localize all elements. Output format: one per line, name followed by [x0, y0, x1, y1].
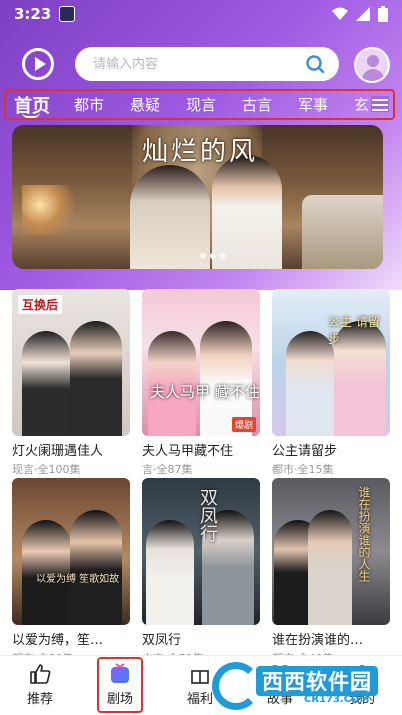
- nav-label: 推荐: [26, 692, 53, 707]
- signal-icon: [356, 7, 370, 21]
- battery-icon: [378, 6, 388, 22]
- gift-icon: [191, 670, 209, 684]
- status-bar: 3:23: [0, 0, 402, 28]
- drama-meta: 言·全87集: [142, 463, 193, 476]
- drama-poster[interactable]: 夫人马甲 藏不住 爆剧: [142, 289, 260, 436]
- drama-title: 谁在扮演谁的…: [272, 633, 364, 648]
- poster-title-text: 双凤行: [197, 488, 218, 542]
- drama-title: 公主请留步: [272, 444, 338, 459]
- search-input[interactable]: [93, 56, 305, 72]
- tab-modern-romance[interactable]: 现言: [186, 94, 216, 115]
- watermark-ring-icon: [212, 662, 260, 710]
- tab-ancient-romance[interactable]: 古言: [242, 94, 272, 115]
- drama-title: 双凤行: [142, 633, 182, 648]
- banner-actor: [212, 155, 282, 269]
- drama-poster[interactable]: 谁在扮演谁的人生: [272, 478, 390, 625]
- wifi-icon: [332, 7, 348, 20]
- drama-poster[interactable]: 公主 请留步: [272, 289, 390, 436]
- search-icon[interactable]: [305, 54, 325, 74]
- poster-title-text: 谁在扮演谁的人生: [357, 486, 371, 582]
- tab-military[interactable]: 军事: [298, 94, 328, 115]
- hot-badge: 爆剧: [231, 417, 256, 432]
- nav-recommend[interactable]: 推荐: [10, 662, 70, 707]
- tab-suspense[interactable]: 悬疑: [130, 94, 160, 115]
- poster-title-text: 夫人马甲 藏不住: [150, 383, 260, 401]
- drama-card[interactable]: 以爱为缚 笙歌如故 以爱为缚，笙… 都市·全90集: [12, 478, 130, 666]
- banner-dot[interactable]: [200, 253, 206, 259]
- watermark-subtext: CR173.COM: [304, 694, 370, 705]
- notification-app-icon: [59, 6, 76, 22]
- drama-poster[interactable]: 以爱为缚 笙歌如故: [12, 478, 130, 625]
- watermark-logo: 西西软件园 CR173.COM: [212, 660, 387, 712]
- tab-urban[interactable]: 都市: [74, 94, 104, 115]
- banner-dot[interactable]: [220, 253, 226, 259]
- drama-title: 夫人马甲藏不住: [142, 444, 234, 459]
- status-time: 3:23: [14, 5, 52, 23]
- drama-meta: 都市·全15集: [272, 463, 334, 476]
- drama-title: 灯火阑珊遇佳人: [12, 444, 104, 459]
- category-menu-icon[interactable]: [371, 96, 389, 112]
- theater-highlight-box: [97, 657, 143, 713]
- nav-label: 福利: [186, 692, 213, 707]
- featured-banner[interactable]: 灿烂的风: [12, 125, 383, 269]
- poster-title-text: 互换后: [18, 295, 63, 314]
- drama-poster[interactable]: 互换后: [12, 289, 130, 436]
- banner-dot-active[interactable]: [210, 253, 216, 259]
- drama-poster[interactable]: 双凤行: [142, 478, 260, 625]
- drama-meta: 现言·全100集: [12, 463, 81, 476]
- user-avatar[interactable]: [354, 47, 390, 83]
- watermark-text: 西西软件园: [256, 666, 378, 696]
- status-indicators: [332, 6, 388, 22]
- thumbs-up-icon: [30, 664, 51, 684]
- drama-card[interactable]: 夫人马甲 藏不住 爆剧 夫人马甲藏不住 言·全87集: [142, 289, 260, 477]
- banner-actress: [130, 165, 210, 269]
- search-bar[interactable]: [75, 47, 339, 81]
- tab-fantasy[interactable]: 玄: [354, 94, 369, 115]
- drama-card[interactable]: 公主 请留步 公主请留步 都市·全15集: [272, 289, 390, 477]
- drama-card[interactable]: 双凤行 双凤行 古言·全79集: [142, 478, 260, 666]
- banner-candles: [22, 185, 82, 235]
- poster-title-text: 公主 请留步: [328, 315, 380, 346]
- poster-title-text: 以爱为缚 笙歌如故: [36, 574, 120, 585]
- drama-card[interactable]: 互换后 灯火阑珊遇佳人 现言·全100集: [12, 289, 130, 477]
- banner-title: 灿烂的风: [142, 137, 259, 167]
- app-logo-play-icon[interactable]: [22, 48, 54, 80]
- top-header: [0, 44, 402, 84]
- banner-sofa: [302, 195, 383, 269]
- avatar-head-shape: [367, 55, 379, 67]
- avatar-body-shape: [362, 69, 384, 81]
- drama-card[interactable]: 谁在扮演谁的人生 谁在扮演谁的… 都市·全40集: [272, 478, 390, 666]
- drama-title: 以爱为缚，笙…: [12, 633, 104, 648]
- category-tab-bar: 首页 都市 悬疑 现言 古言 军事 玄: [4, 89, 395, 120]
- banner-pagination: [200, 253, 226, 259]
